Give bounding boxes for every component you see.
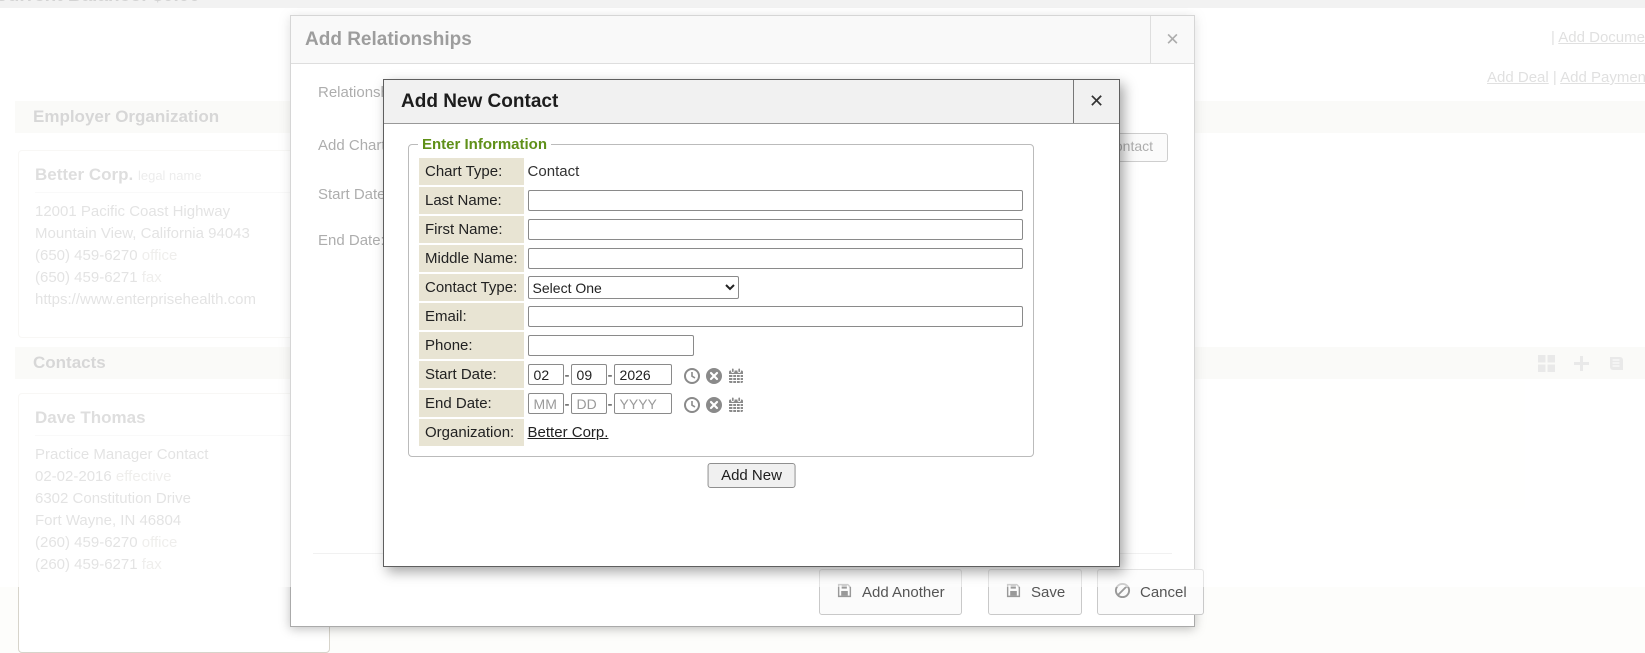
close-icon[interactable]: ✕ <box>1073 80 1119 123</box>
start-date-row: Start Date: -- <box>419 361 1023 388</box>
end-date-row: End Date: -- <box>419 390 1023 417</box>
add-new-contact-modal: Add New Contact ✕ Enter Information Char… <box>383 79 1120 567</box>
end-date-label: End Date: <box>419 390 524 417</box>
calendar-icon[interactable] <box>727 367 745 385</box>
clock-icon[interactable] <box>683 396 701 414</box>
end-day-input[interactable] <box>571 393 607 414</box>
email-label: Email: <box>419 303 524 330</box>
fieldset-legend: Enter Information <box>418 136 551 153</box>
email-field[interactable] <box>528 306 1023 327</box>
last-name-input[interactable] <box>528 190 1023 211</box>
clear-date-icon[interactable] <box>705 367 723 385</box>
clock-icon[interactable] <box>683 367 701 385</box>
chart-type-value: Contact <box>528 163 580 180</box>
middle-name-label: Middle Name: <box>419 245 524 272</box>
middle-name-input[interactable] <box>528 248 1023 269</box>
organization-link[interactable]: Better Corp. <box>528 424 609 441</box>
organization-label: Organization: <box>419 419 524 446</box>
first-name-row: First Name: <box>419 216 1023 243</box>
clear-date-icon[interactable] <box>705 396 723 414</box>
start-year-input[interactable] <box>614 364 672 385</box>
add-new-button[interactable]: Add New <box>707 463 796 488</box>
contact-type-row: Contact Type: Select One <box>419 274 1023 301</box>
first-name-input[interactable] <box>528 219 1023 240</box>
end-month-input[interactable] <box>528 393 564 414</box>
chart-type-row: Chart Type: Contact <box>419 158 1023 185</box>
organization-row: Organization: Better Corp. <box>419 419 1023 446</box>
last-name-row: Last Name: <box>419 187 1023 214</box>
enter-information-fieldset: Enter Information Chart Type: Contact La… <box>408 136 1034 457</box>
last-name-label: Last Name: <box>419 187 524 214</box>
email-row: Email: <box>419 303 1023 330</box>
chart-type-label: Chart Type: <box>419 158 524 185</box>
contact-form-table: Chart Type: Contact Last Name: First Nam… <box>417 156 1025 448</box>
calendar-icon[interactable] <box>727 396 745 414</box>
start-day-input[interactable] <box>571 364 607 385</box>
phone-row: Phone: <box>419 332 1023 359</box>
start-month-input[interactable] <box>528 364 564 385</box>
contact-type-label: Contact Type: <box>419 274 524 301</box>
add-new-contact-title: Add New Contact <box>384 80 558 123</box>
end-year-input[interactable] <box>614 393 672 414</box>
start-date-label: Start Date: <box>419 361 524 388</box>
first-name-label: First Name: <box>419 216 524 243</box>
contact-type-select[interactable]: Select One <box>528 276 739 299</box>
middle-name-row: Middle Name: <box>419 245 1023 272</box>
phone-label: Phone: <box>419 332 524 359</box>
phone-field[interactable] <box>528 335 694 356</box>
